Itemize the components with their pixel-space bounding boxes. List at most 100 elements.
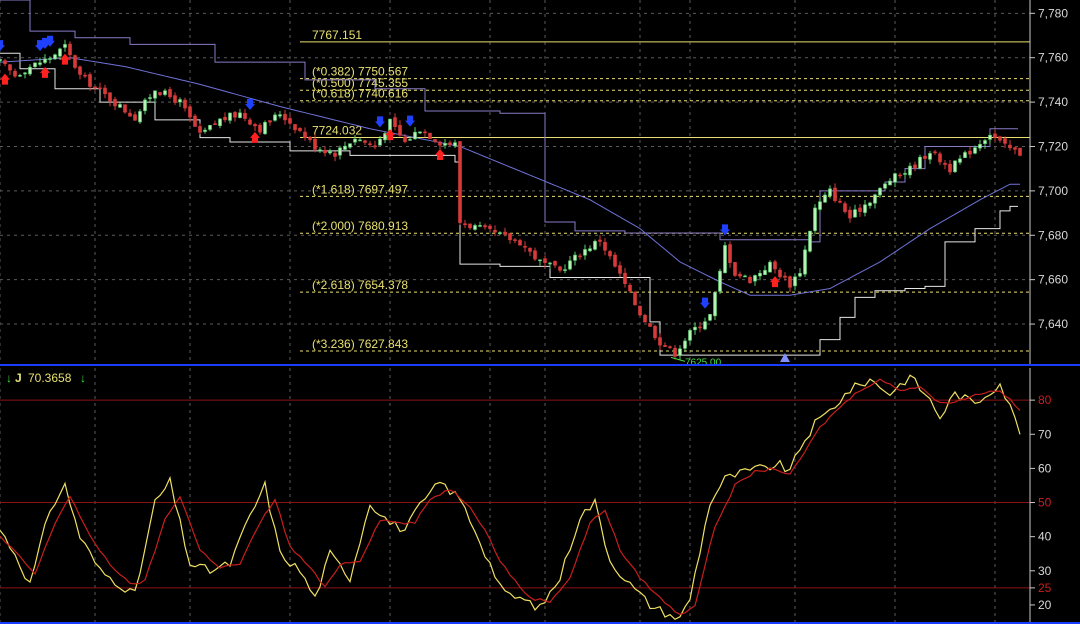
- candle-body: [83, 74, 87, 77]
- candle-body: [748, 276, 752, 284]
- candle-body: [623, 272, 627, 284]
- candle-body: [103, 87, 107, 95]
- stock-chart: 7767.151(*0.382) 7750.567(*0.500) 7745.3…: [0, 0, 1080, 624]
- price-tick-label: 7,780: [1038, 6, 1068, 20]
- candle-body: [673, 347, 677, 357]
- candle-body: [28, 66, 32, 75]
- candle-body: [583, 249, 587, 256]
- candle-body: [378, 138, 382, 146]
- low-price-label: 7625.00: [685, 357, 722, 368]
- candle-body: [223, 116, 227, 121]
- candle-body: [173, 95, 177, 103]
- indicator-trend-arrow-icon: ↓: [80, 371, 86, 385]
- candle-body: [533, 250, 537, 260]
- candle-body: [63, 44, 67, 48]
- candle-body: [818, 201, 822, 210]
- candle-body: [738, 273, 742, 277]
- candle-body: [793, 276, 797, 287]
- candle-body: [638, 305, 642, 316]
- candle-body: [158, 92, 162, 96]
- candle-body: [553, 261, 557, 266]
- candle-body: [573, 254, 577, 261]
- candle-body: [998, 136, 1002, 141]
- candle-body: [958, 158, 962, 163]
- candle-body: [328, 151, 332, 154]
- candle-body: [1003, 138, 1007, 144]
- candle-body: [878, 187, 882, 196]
- candle-body: [628, 284, 632, 292]
- candle-body: [948, 163, 952, 173]
- indicator-reference-tick-label: 50: [1038, 496, 1052, 510]
- candle-body: [908, 165, 912, 176]
- candle-body: [408, 139, 412, 141]
- candle-body: [418, 131, 422, 134]
- fib-level-label: (*2.618) 7654.378: [312, 278, 408, 292]
- candle-body: [133, 114, 137, 121]
- candle-body: [333, 152, 337, 157]
- candle-body: [933, 151, 937, 154]
- candle-body: [588, 248, 592, 252]
- candle-body: [368, 143, 372, 146]
- candle-body: [283, 114, 287, 121]
- candle-body: [253, 124, 257, 127]
- candle-body: [293, 124, 297, 131]
- candle-body: [763, 270, 767, 276]
- indicator-tick-label: 20: [1038, 598, 1052, 612]
- candle-body: [678, 348, 682, 356]
- candle-body: [458, 141, 462, 223]
- candle-body: [508, 233, 512, 241]
- candle-body: [218, 118, 222, 126]
- candle-body: [863, 204, 867, 213]
- candle-body: [653, 325, 657, 339]
- candle-body: [438, 141, 442, 146]
- fib-level-label: (*1.618) 7697.497: [312, 182, 408, 196]
- candle-body: [93, 86, 97, 89]
- candle-body: [473, 225, 477, 230]
- candle-body: [513, 239, 517, 241]
- candle-body: [453, 142, 457, 147]
- candle-body: [148, 97, 152, 99]
- candle-body: [558, 266, 562, 271]
- candle-body: [443, 143, 447, 146]
- candle-body: [428, 132, 432, 139]
- candle-body: [568, 260, 572, 270]
- candle-body: [773, 261, 777, 270]
- candle-body: [58, 48, 62, 57]
- candle-body: [838, 200, 842, 203]
- candle-body: [598, 239, 602, 242]
- candle-body: [373, 145, 377, 148]
- candle-body: [778, 269, 782, 278]
- candle-body: [593, 240, 597, 250]
- candle-body: [478, 225, 482, 227]
- indicator-tick-label: 60: [1038, 461, 1052, 475]
- candle-body: [713, 292, 717, 317]
- candle-body: [258, 124, 262, 133]
- candle-body: [288, 118, 292, 124]
- candle-body: [983, 140, 987, 144]
- candle-body: [718, 270, 722, 292]
- candle-body: [518, 240, 522, 246]
- price-tick-label: 7,740: [1038, 95, 1068, 109]
- candle-body: [238, 112, 242, 118]
- candle-body: [193, 115, 197, 127]
- candle-body: [363, 140, 367, 143]
- candle-body: [113, 99, 117, 107]
- candle-body: [68, 43, 72, 56]
- candle-body: [893, 173, 897, 183]
- candle-body: [608, 251, 612, 257]
- candle-body: [3, 60, 7, 65]
- candle-body: [98, 87, 102, 90]
- candle-body: [43, 58, 47, 63]
- candle-body: [723, 245, 727, 274]
- candle-body: [1008, 144, 1012, 149]
- candle-body: [548, 262, 552, 265]
- candle-body: [168, 89, 172, 98]
- candle-body: [563, 269, 567, 271]
- fib-level-label: (*2.000) 7680.913: [312, 219, 408, 233]
- candle-body: [318, 149, 322, 151]
- candle-body: [448, 142, 452, 146]
- candle-body: [468, 223, 472, 229]
- candle-body: [178, 99, 182, 103]
- candle-body: [943, 162, 947, 165]
- chart-background: [0, 0, 1080, 624]
